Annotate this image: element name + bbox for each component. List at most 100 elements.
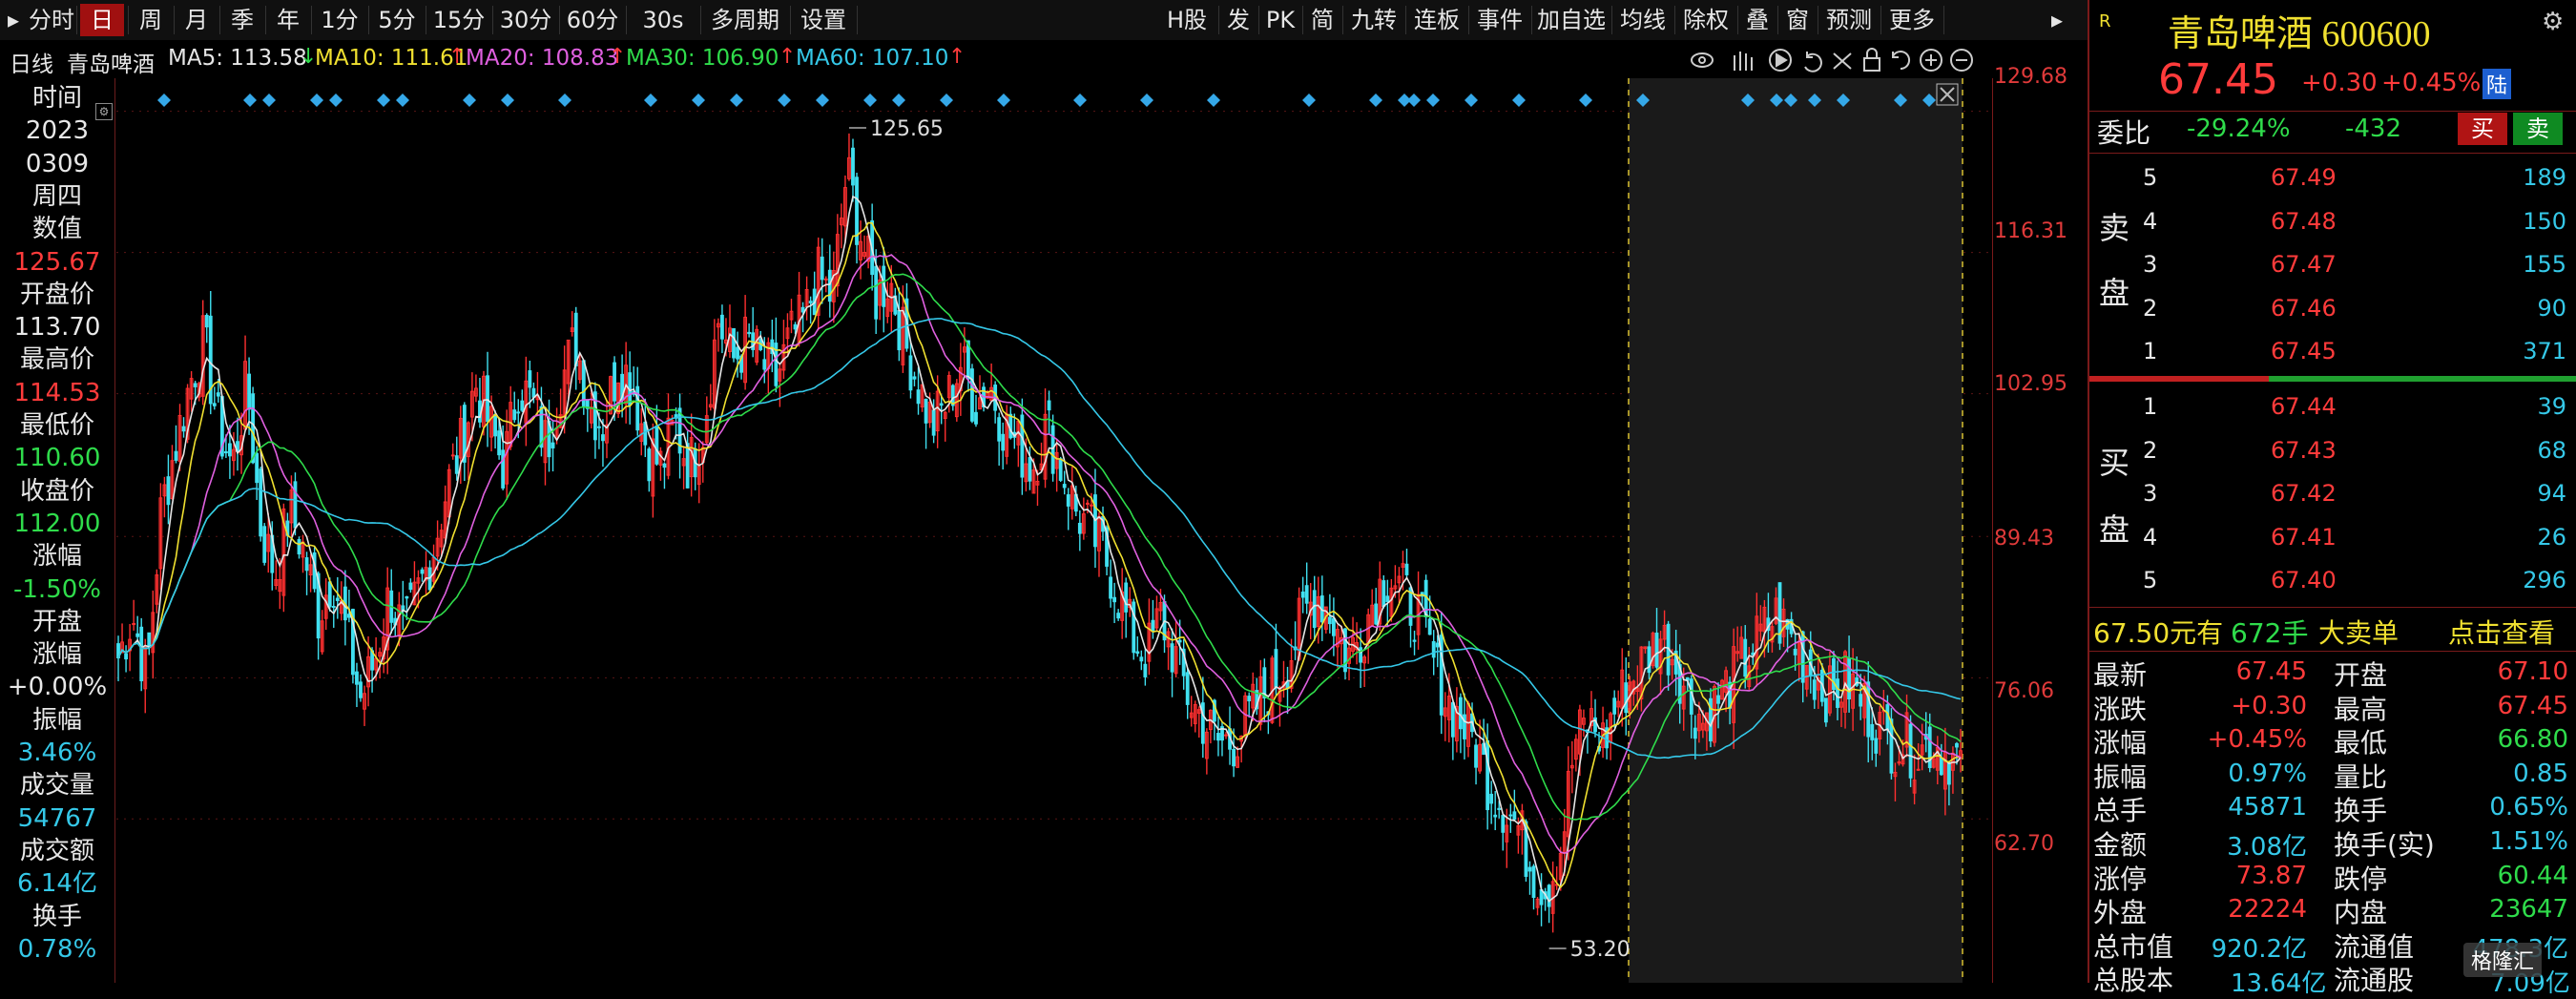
- buys-price[interactable]: 67.43: [2271, 437, 2337, 464]
- event-marker[interactable]: [940, 94, 953, 107]
- buy-button[interactable]: 买: [2458, 113, 2507, 145]
- period-tab-7[interactable]: 5分: [372, 4, 422, 36]
- event-marker[interactable]: [377, 94, 390, 107]
- event-marker[interactable]: [1140, 94, 1153, 107]
- candle: [408, 578, 413, 593]
- event-marker[interactable]: [396, 94, 409, 107]
- period-tab-2[interactable]: 周: [132, 4, 170, 36]
- event-marker[interactable]: [1426, 94, 1440, 107]
- tool-tab-2[interactable]: PK: [1261, 4, 1299, 36]
- event-marker[interactable]: [1369, 94, 1382, 107]
- candle: [155, 569, 159, 614]
- event-marker[interactable]: [463, 94, 476, 107]
- period-tab-6[interactable]: 1分: [315, 4, 364, 36]
- period-tab-5[interactable]: 年: [269, 4, 307, 36]
- candle: [751, 306, 756, 358]
- stock-title: 青岛啤酒 600600: [2168, 14, 2431, 54]
- period-toolbar: ▸ 分时日周月季年 1分 5分 15分 30分 60分 30s 多周期 设置 H股发 PK 简九转 连板事…: [0, 0, 2088, 41]
- sells-price[interactable]: 67.47: [2271, 251, 2337, 278]
- buys-price[interactable]: 67.44: [2271, 393, 2337, 420]
- info-row-8: 最高价: [19, 345, 94, 375]
- tool-tab-1[interactable]: 发: [1221, 4, 1256, 36]
- event-marker[interactable]: [157, 94, 171, 107]
- event-marker[interactable]: [644, 94, 657, 107]
- period-tab-11[interactable]: 30s: [630, 4, 696, 36]
- event-marker[interactable]: [1579, 94, 1592, 107]
- event-marker[interactable]: [1073, 94, 1087, 107]
- tool-tab-12[interactable]: 预测: [1820, 4, 1878, 36]
- buys-price[interactable]: 67.41: [2271, 524, 2337, 551]
- period-tab-0[interactable]: 分时: [29, 4, 74, 36]
- candle: [1124, 577, 1129, 638]
- sells-price[interactable]: 67.49: [2271, 164, 2337, 191]
- tool-tab-9[interactable]: 除权: [1677, 4, 1735, 36]
- period-tab-12[interactable]: 多周期: [704, 4, 786, 36]
- event-marker[interactable]: [262, 94, 276, 107]
- info-row-15: -1.50%: [13, 574, 101, 604]
- event-marker[interactable]: [1407, 94, 1421, 107]
- period-tab-8[interactable]: 15分: [429, 4, 488, 36]
- sells-price[interactable]: 67.48: [2271, 208, 2337, 235]
- candle: [1062, 470, 1067, 495]
- event-marker[interactable]: [243, 94, 257, 107]
- sells-price[interactable]: 67.46: [2271, 295, 2337, 322]
- tool-tab-7[interactable]: 加自选: [1534, 4, 1609, 36]
- sells-volume: 90: [2537, 294, 2566, 322]
- event-marker[interactable]: [778, 94, 791, 107]
- sells-price[interactable]: 67.45: [2271, 338, 2337, 364]
- event-marker[interactable]: [329, 94, 343, 107]
- candle: [643, 398, 648, 458]
- event-marker[interactable]: [1302, 94, 1316, 107]
- event-marker[interactable]: [863, 94, 877, 107]
- sell-button[interactable]: 卖: [2513, 113, 2563, 145]
- candle: [1189, 696, 1194, 727]
- event-marker[interactable]: [997, 94, 1010, 107]
- event-marker[interactable]: [692, 94, 705, 107]
- tool-tab-11[interactable]: 窗: [1780, 4, 1815, 36]
- expand-icon[interactable]: ▸: [2047, 4, 2067, 36]
- tool-tab-13[interactable]: 更多: [1883, 4, 1941, 36]
- candle: [204, 313, 209, 343]
- tool-tab-5[interactable]: 连板: [1408, 4, 1465, 36]
- event-marker[interactable]: [558, 94, 571, 107]
- buys-price[interactable]: 67.42: [2271, 480, 2337, 507]
- candle: [651, 423, 655, 518]
- tool-tab-8[interactable]: 均线: [1614, 4, 1672, 36]
- period-tab-4[interactable]: 季: [223, 4, 261, 36]
- tool-tab-0[interactable]: H股: [1158, 4, 1215, 36]
- candlestick-chart[interactable]: 125.65 53.20: [116, 78, 1992, 983]
- sells-level: 1: [2143, 338, 2158, 365]
- quote-panel: R 青岛啤酒 600600 ⚙ 67.45 +0.30 +0.45% 陆 委比 …: [2088, 0, 2576, 998]
- buys-level: 1: [2143, 393, 2158, 420]
- tool-tab-10[interactable]: 叠: [1740, 4, 1775, 36]
- buys-price[interactable]: 67.40: [2271, 567, 2337, 593]
- event-marker[interactable]: [501, 94, 514, 107]
- info-row-19: 振幅: [31, 705, 82, 735]
- event-marker[interactable]: [730, 94, 743, 107]
- tool-tab-4[interactable]: 九转: [1345, 4, 1402, 36]
- candle: [1531, 864, 1536, 910]
- stat-value: 1.51%: [2489, 827, 2568, 856]
- gear-icon[interactable]: ⚙: [2542, 8, 2564, 36]
- period-tab-3[interactable]: 月: [177, 4, 216, 36]
- candle: [662, 462, 667, 489]
- event-marker[interactable]: [816, 94, 829, 107]
- event-marker[interactable]: [892, 94, 905, 107]
- tool-tab-6[interactable]: 事件: [1471, 4, 1528, 36]
- period-tab-1[interactable]: 日: [80, 4, 124, 36]
- event-marker[interactable]: [1465, 94, 1478, 107]
- candle: [1147, 598, 1152, 676]
- period-tab-13[interactable]: 设置: [794, 4, 853, 36]
- event-marker[interactable]: [1512, 94, 1526, 107]
- collapse-icon[interactable]: ▸: [4, 4, 23, 36]
- event-marker[interactable]: [1207, 94, 1220, 107]
- bigorder-link[interactable]: 点击查看: [2448, 613, 2555, 651]
- candle: [851, 138, 855, 202]
- stat-label-float-shares: 流通股: [2334, 965, 2415, 996]
- tool-tab-3[interactable]: 简: [1305, 4, 1340, 36]
- period-tab-9[interactable]: 30分: [496, 4, 555, 36]
- period-tab-10[interactable]: 60分: [563, 4, 622, 36]
- candle: [132, 599, 136, 631]
- event-marker[interactable]: [310, 94, 323, 107]
- candle: [143, 638, 148, 714]
